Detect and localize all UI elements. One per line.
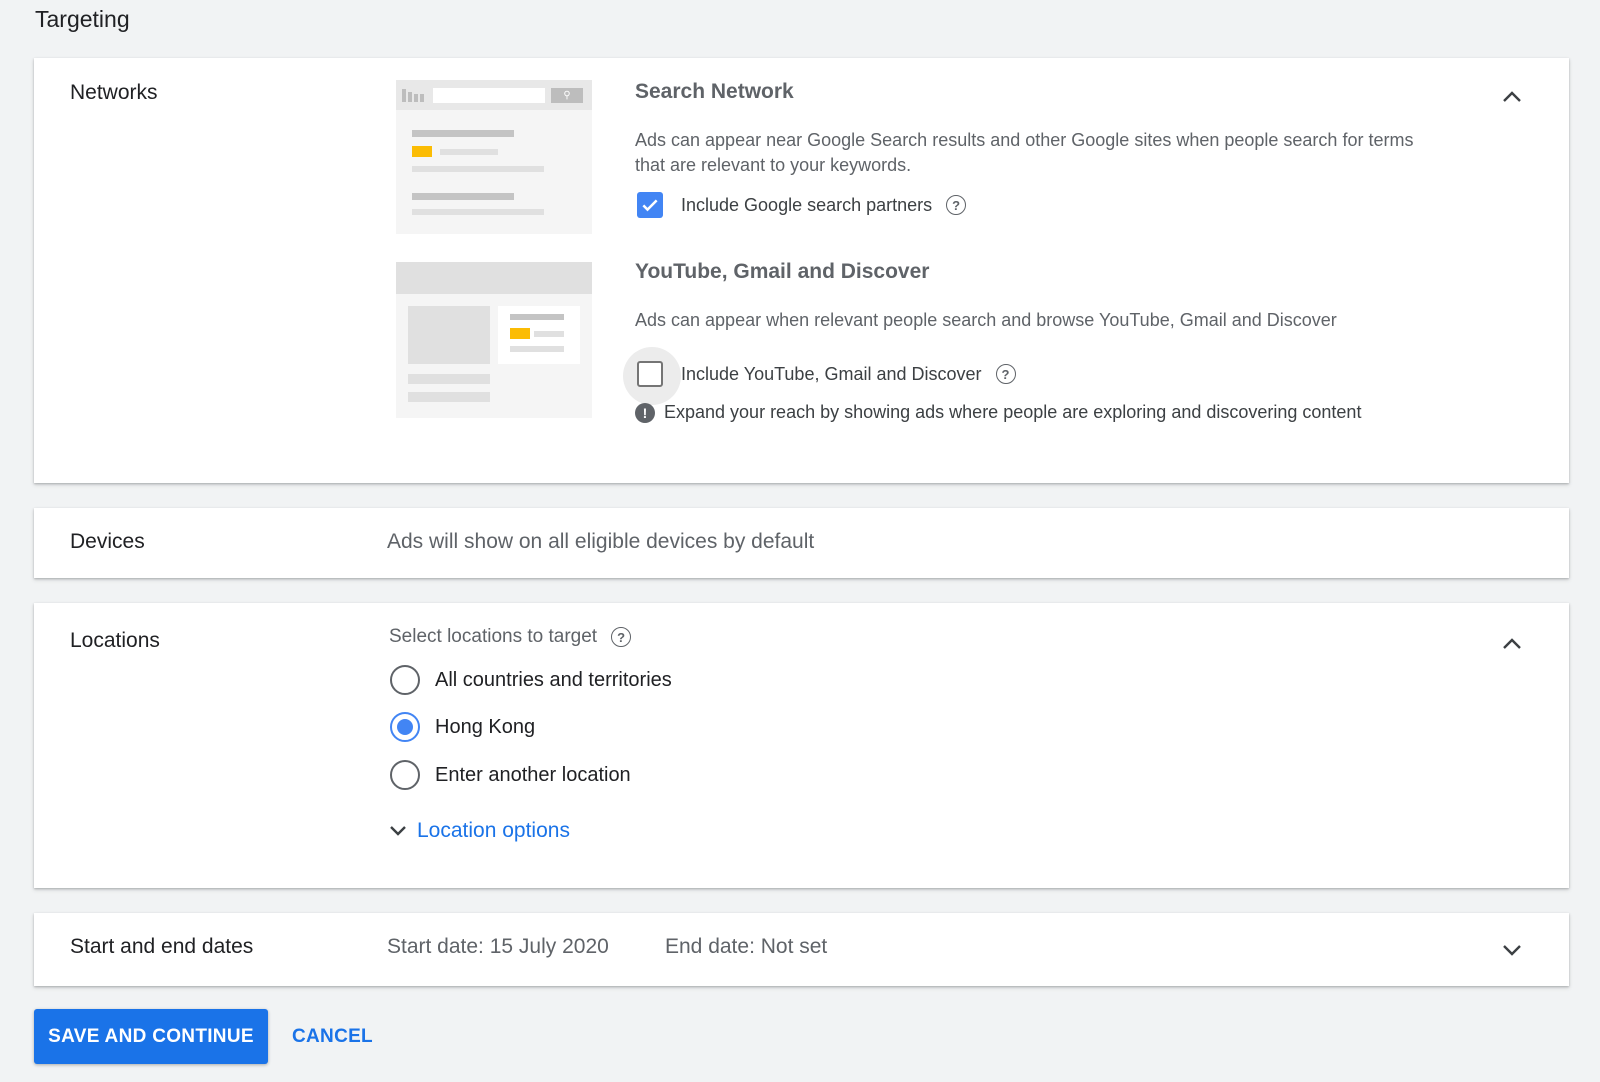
location-options-label: Location options — [417, 819, 570, 842]
location-option-other[interactable]: Enter another location — [390, 760, 631, 790]
chevron-up-icon[interactable] — [1497, 629, 1527, 659]
dates-card[interactable]: Start and end dates Start date: 15 July … — [34, 913, 1569, 986]
youtube-network-description: Ads can appear when relevant people sear… — [635, 310, 1337, 330]
location-option-label: Enter another location — [435, 763, 631, 786]
dates-label: Start and end dates — [70, 935, 254, 958]
search-network-description: Ads can appear near Google Search result… — [635, 130, 1414, 175]
check-icon — [642, 199, 658, 212]
search-icon: ⚲ — [551, 88, 583, 103]
location-option-all[interactable]: All countries and territories — [390, 665, 672, 695]
help-icon[interactable]: ? — [946, 195, 967, 215]
cancel-button[interactable]: CANCEL — [280, 1009, 385, 1064]
locations-prompt: Select locations to target ? — [389, 626, 632, 648]
search-partners-checkbox[interactable] — [637, 192, 663, 218]
networks-card: Networks ⚲ Search Network Ads can appear… — [34, 58, 1569, 483]
locations-label: Locations — [70, 629, 160, 652]
search-partners-label: Include Google search partners — [681, 194, 933, 215]
youtube-include-label: Include YouTube, Gmail and Discover — [681, 363, 982, 384]
youtube-include-row[interactable]: Include YouTube, Gmail and Discover ? — [623, 347, 1016, 405]
devices-card[interactable]: Devices Ads will show on all eligible de… — [34, 508, 1569, 578]
search-partners-row[interactable]: Include Google search partners ? — [637, 192, 967, 218]
chevron-down-icon[interactable] — [1497, 935, 1527, 965]
devices-label: Devices — [70, 530, 145, 553]
location-options-toggle[interactable]: Location options — [389, 819, 570, 843]
youtube-network-title: YouTube, Gmail and Discover — [635, 260, 930, 283]
chevron-up-icon[interactable] — [1497, 82, 1527, 112]
save-and-continue-button[interactable]: SAVE AND CONTINUE — [34, 1009, 268, 1064]
search-network-illustration: ⚲ — [396, 80, 592, 234]
youtube-info-text: Expand your reach by showing ads where p… — [664, 402, 1362, 422]
youtube-network-illustration — [396, 262, 592, 418]
radio-button-selected[interactable] — [390, 712, 420, 742]
end-date-summary: End date: Not set — [665, 935, 828, 958]
networks-label: Networks — [70, 81, 158, 104]
locations-card: Locations Select locations to target ? A… — [34, 603, 1569, 888]
locations-prompt-text: Select locations to target — [389, 626, 598, 647]
start-date-summary: Start date: 15 July 2020 — [387, 935, 609, 958]
devices-summary: Ads will show on all eligible devices by… — [387, 530, 815, 553]
location-option-hong-kong[interactable]: Hong Kong — [390, 712, 535, 742]
radio-button[interactable] — [390, 760, 420, 790]
location-option-label: Hong Kong — [435, 715, 536, 738]
youtube-include-checkbox[interactable] — [637, 361, 663, 387]
location-option-label: All countries and territories — [435, 668, 672, 691]
info-icon: ! — [635, 402, 655, 423]
radio-button[interactable] — [390, 665, 420, 695]
search-network-title: Search Network — [635, 80, 794, 103]
help-icon[interactable]: ? — [995, 364, 1016, 384]
youtube-info-row: ! Expand your reach by showing ads where… — [635, 402, 1361, 423]
chevron-down-icon — [390, 826, 406, 836]
page-title: Targeting — [35, 6, 130, 32]
help-icon[interactable]: ? — [611, 627, 632, 647]
